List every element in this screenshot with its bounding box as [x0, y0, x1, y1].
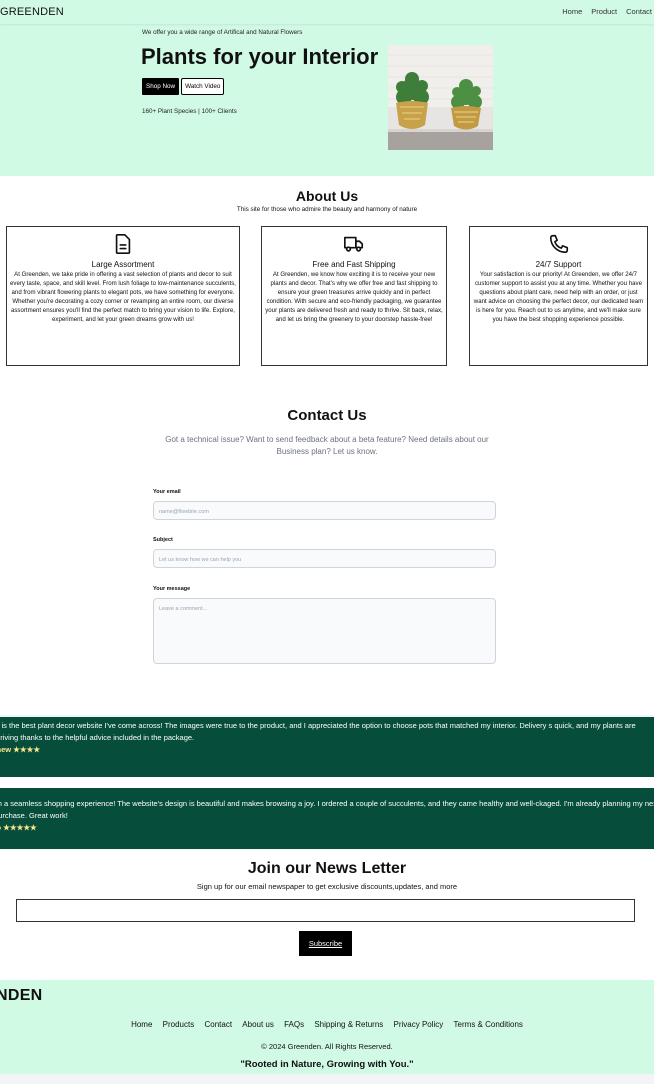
feature-text: At Greenden, we take pride in offering a… [10, 271, 236, 323]
shop-now-button[interactable]: Shop Now [142, 78, 180, 95]
footer-link-faqs[interactable]: FAQs [284, 1020, 304, 1029]
footer-link-products[interactable]: Products [163, 1020, 195, 1029]
message-label: Your message [153, 586, 191, 592]
hero-stats: 160+ Plant Species | 100+ Clients [142, 108, 237, 115]
testimonial-text: is is the best plant decor website I've … [0, 721, 636, 742]
message-textarea[interactable]: Leave a comment... [153, 598, 496, 664]
testimonial-author: to ★★★★★ [0, 823, 37, 832]
testimonial-card: ch a seamless shopping experience! The w… [0, 788, 654, 849]
footer-link-privacy[interactable]: Privacy Policy [394, 1020, 444, 1029]
feature-text: Your satisfaction is our priority! At Gr… [473, 271, 644, 323]
contact-section: Contact Us Got a technical issue? Want t… [0, 375, 654, 715]
subject-label: Subject [153, 537, 173, 543]
brand-logo[interactable]: GREENDEN [0, 6, 64, 18]
copyright: © 2024 Greenden. All Rights Reserved. [261, 1042, 393, 1051]
navbar: GREENDEN Home Product Contact [0, 0, 654, 24]
contact-title: Contact Us [287, 407, 367, 424]
feature-card-shipping: Free and Fast Shipping At Greenden, we k… [261, 226, 447, 366]
document-icon [115, 234, 131, 254]
about-subtitle: This site for those who admire the beaut… [236, 206, 418, 213]
feature-card-support: 24/7 Support Your satisfaction is our pr… [469, 226, 648, 366]
nav-link-product[interactable]: Product [591, 7, 617, 16]
truck-icon [344, 236, 364, 252]
subject-field[interactable]: Let us know how we can help you [153, 549, 496, 568]
email-field[interactable]: name@flowbite.com [153, 501, 496, 520]
feature-title: 24/7 Support [535, 260, 582, 269]
testimonial-text: ch a seamless shopping experience! The w… [0, 799, 654, 820]
footer-link-terms[interactable]: Terms & Conditions [454, 1020, 523, 1029]
testimonial-author: thew ★★★★ [0, 745, 41, 754]
hero-tagline: We offer you a wide range of Artifical a… [142, 29, 303, 36]
nav-link-home[interactable]: Home [562, 7, 582, 16]
newsletter-subtitle: Sign up for our email newspaper to get e… [196, 882, 458, 891]
footer-brand[interactable]: NDEN [0, 987, 43, 1005]
footer-links: Home Products Contact About us FAQs Ship… [0, 1020, 654, 1029]
watch-video-button[interactable]: Watch Video [181, 78, 225, 95]
nav-links: Home Product Contact [562, 7, 652, 16]
footer-link-shipping[interactable]: Shipping & Returns [314, 1020, 383, 1029]
hero-buttons: Shop Now Watch Video [142, 78, 225, 95]
feature-title: Free and Fast Shipping [312, 260, 396, 269]
hero-plants-image [388, 45, 493, 150]
footer-link-home[interactable]: Home [131, 1020, 152, 1029]
feature-text: At Greenden, we know how exciting it is … [265, 271, 443, 323]
email-label: Your email [153, 489, 181, 495]
footer: NDEN Home Products Contact About us FAQs… [0, 980, 654, 1074]
footer-link-contact[interactable]: Contact [204, 1020, 232, 1029]
footer-motto: "Rooted in Nature, Growing with You." [240, 1059, 414, 1070]
newsletter-email-input[interactable] [16, 899, 635, 922]
about-title: About Us [295, 188, 359, 204]
newsletter-section: Join our News Letter Sign up for our ema… [0, 850, 654, 980]
about-section: About Us This site for those who admire … [0, 176, 654, 375]
testimonial-divider [0, 777, 654, 788]
feature-card-assortment: Large Assortment At Greenden, we take pr… [6, 226, 240, 366]
hero-title: Plants for your Interior [141, 44, 379, 69]
newsletter-title: Join our News Letter [247, 860, 407, 877]
testimonial-card: is is the best plant decor website I've … [0, 717, 654, 777]
hero-section: We offer you a wide range of Artifical a… [0, 24, 654, 176]
feature-title: Large Assortment [91, 260, 155, 269]
subscribe-button[interactable]: Subscribe [299, 931, 352, 956]
contact-lead: Got a technical issue? Want to send feed… [165, 435, 489, 456]
footer-link-about[interactable]: About us [242, 1020, 274, 1029]
phone-icon [549, 234, 568, 254]
nav-link-contact[interactable]: Contact [626, 7, 652, 16]
